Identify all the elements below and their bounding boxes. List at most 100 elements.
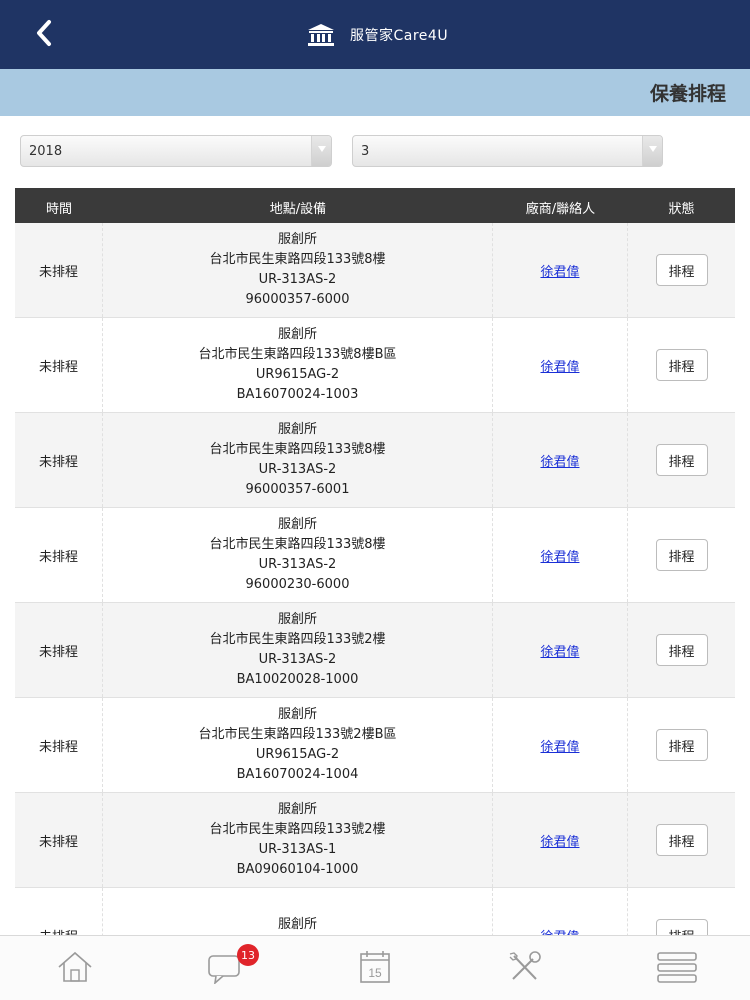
- time-cell: 未排程: [15, 413, 103, 507]
- status-cell: 排程: [628, 793, 735, 887]
- status-cell: 排程: [628, 888, 735, 935]
- app-root: 服管家Care4U 保養排程 2018 3 時間 地點/設備 廠商/聯絡人 狀態…: [0, 0, 750, 1000]
- location-address: 台北市民生東路四段133號2樓: [209, 822, 386, 837]
- location-site: 服創所: [277, 612, 317, 627]
- tab-messages[interactable]: 13: [150, 936, 300, 1000]
- back-button[interactable]: [26, 14, 66, 54]
- location-cell: 服創所 台北市民生東路四段133號8樓 UR-313AS-2 96000357-600…: [103, 223, 493, 317]
- schedule-button[interactable]: 排程: [655, 634, 708, 666]
- location-cell: 服創所 台北市民生東路四段133號2樓B區 UR9615AG-2 BA16070024…: [103, 698, 493, 792]
- bottom-tab-bar: 13 15: [0, 935, 750, 1000]
- tab-menu[interactable]: [600, 936, 750, 1000]
- location-model: UR-313AS-2: [258, 652, 337, 667]
- location-serial: BA16070024-1003: [236, 387, 359, 402]
- status-cell: 排程: [628, 603, 735, 697]
- contact-link[interactable]: 徐君偉: [540, 926, 579, 936]
- time-cell: 未排程: [15, 318, 103, 412]
- table-row: 未排程 服創所 台北市民生東路四段133號2樓B區 UR9615AG-2 BA16070…: [15, 698, 735, 793]
- location-serial: BA09060104-1000: [236, 862, 359, 877]
- table-row: 未排程 服創所台北市民生東路四段133號2樓 UR-313AS-2 BA1002002…: [15, 603, 735, 698]
- location-model: UR-313AS-2: [258, 557, 337, 572]
- location-site: 服創所: [277, 517, 317, 532]
- time-cell: 未排程: [15, 603, 103, 697]
- location-site: 服創所: [277, 232, 317, 247]
- status-cell: 排程: [628, 508, 735, 602]
- message-count-badge: 13: [237, 944, 259, 966]
- schedule-button[interactable]: 排程: [655, 349, 708, 381]
- tab-calendar[interactable]: 15: [300, 936, 450, 1000]
- status-cell: 排程: [628, 223, 735, 317]
- menu-icon: [657, 952, 697, 983]
- table-row: 未排程 服創所台北市民生東路四段133號8樓 UR-313AS-2 96000230-…: [15, 508, 735, 603]
- schedule-button[interactable]: 排程: [655, 729, 708, 761]
- location-serial: 96000357-6001: [245, 482, 350, 497]
- chevron-down-icon: [318, 146, 326, 152]
- location-site: 服創所: [277, 802, 317, 817]
- contact-link[interactable]: 徐君偉: [540, 356, 579, 375]
- location-serial: 96000230-6000: [245, 577, 350, 592]
- month-select[interactable]: 3: [352, 135, 663, 167]
- table-header: 時間 地點/設備 廠商/聯絡人 狀態: [15, 188, 735, 223]
- home-icon: [58, 951, 92, 982]
- contact-link[interactable]: 徐君偉: [540, 831, 579, 850]
- time-cell: 未排程: [15, 223, 103, 317]
- location-serial: BA10020028-1000: [236, 672, 359, 687]
- status-cell: 排程: [628, 318, 735, 412]
- column-header-vendor: 廠商/聯絡人: [525, 202, 596, 217]
- vendor-cell: 徐君偉: [493, 698, 628, 792]
- schedule-table-body[interactable]: 未排程 服創所 台北市民生東路四段133號8樓 UR-313AS-2 96000357-…: [15, 223, 735, 935]
- location-cell: 服創所台北市民生東路四段133號2樓: [103, 888, 493, 935]
- bank-building-icon: [308, 24, 334, 46]
- dropdown-arrow: [642, 136, 662, 166]
- time-cell: 未排程: [15, 508, 103, 602]
- location-address: 台北市民生東路四段133號2樓: [209, 632, 386, 647]
- dropdown-arrow: [311, 136, 331, 166]
- vendor-cell: 徐君偉: [493, 223, 628, 317]
- location-site: 服創所: [277, 707, 317, 722]
- location-model: UR9615AG-2: [255, 367, 340, 382]
- schedule-button[interactable]: 排程: [655, 539, 708, 571]
- location-address: 台北市民生東路四段133號8樓: [209, 252, 386, 267]
- page-title: 保養排程: [649, 83, 726, 105]
- contact-link[interactable]: 徐君偉: [540, 641, 579, 660]
- schedule-button[interactable]: 排程: [655, 824, 708, 856]
- schedule-button[interactable]: 排程: [655, 444, 708, 476]
- location-cell: 服創所台北市民生東路四段133號2樓 UR-313AS-2 BA10020028-1…: [103, 603, 493, 697]
- tools-icon: [509, 951, 541, 980]
- table-row: 未排程 服創所台北市民生東路四段133號8樓 UR-313AS-2 96000357-…: [15, 413, 735, 508]
- contact-link[interactable]: 徐君偉: [540, 546, 579, 565]
- year-select-value: 2018: [29, 144, 63, 159]
- time-cell: 未排程: [15, 888, 103, 935]
- location-site: 服創所: [277, 917, 317, 932]
- location-cell: 服創所台北市民生東路四段133號8樓 UR-313AS-2 96000357-600…: [103, 413, 493, 507]
- table-row: 未排程 服創所 台北市民生東路四段133號2樓 UR-313AS-1 BA0906010…: [15, 793, 735, 888]
- vendor-cell: 徐君偉: [493, 318, 628, 412]
- column-header-time: 時間: [45, 202, 72, 217]
- location-address: 台北市民生東路四段133號2樓B區: [198, 727, 397, 742]
- tab-home[interactable]: [0, 936, 150, 1000]
- calendar-icon: 15: [360, 951, 390, 983]
- table-row: 未排程 服創所 台北市民生東路四段133號8樓 UR-313AS-2 96000357-…: [15, 223, 735, 318]
- location-address: 台北市民生東路四段133號8樓: [209, 442, 386, 457]
- location-address: 台北市民生東路四段133號8樓: [209, 537, 386, 552]
- schedule-button[interactable]: 排程: [655, 254, 708, 286]
- location-model: UR9615AG-2: [255, 747, 340, 762]
- contact-link[interactable]: 徐君偉: [540, 736, 579, 755]
- calendar-day-number: 15: [368, 966, 382, 980]
- contact-link[interactable]: 徐君偉: [540, 261, 579, 280]
- app-brand: 服管家Care4U: [306, 22, 448, 48]
- tab-tools[interactable]: [450, 936, 600, 1000]
- year-select[interactable]: 2018: [20, 135, 332, 167]
- vendor-cell: 徐君偉: [493, 793, 628, 887]
- schedule-button[interactable]: 排程: [655, 919, 708, 935]
- location-model: UR-313AS-1: [258, 842, 337, 857]
- month-select-value: 3: [361, 144, 370, 159]
- location-site: 服創所: [277, 327, 317, 342]
- table-row: 未排程服創所台北市民生東路四段133號2樓徐君偉 排程: [15, 888, 735, 935]
- location-serial: 96000357-6000: [245, 292, 350, 307]
- contact-link[interactable]: 徐君偉: [540, 451, 579, 470]
- location-site: 服創所: [277, 422, 317, 437]
- location-cell: 服創所台北市民生東路四段133號2樓 UR-313AS-1 BA09060104-1…: [103, 793, 493, 887]
- status-cell: 排程: [628, 413, 735, 507]
- location-model: UR-313AS-2: [258, 462, 337, 477]
